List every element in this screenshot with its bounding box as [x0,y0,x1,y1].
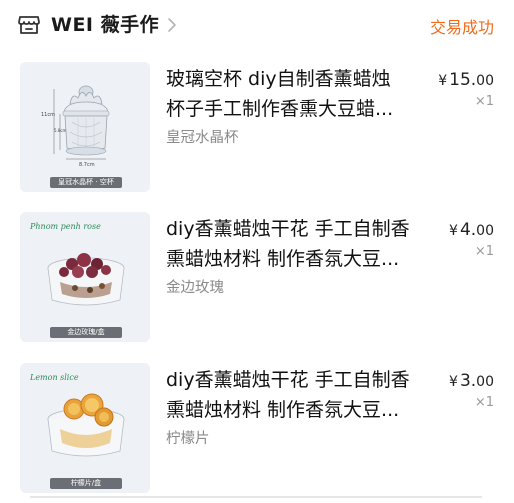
product-title-line1: diy香薰蜡烛干花 手工自制香 [166,369,410,391]
chevron-right-icon[interactable] [166,16,178,34]
product-price: ¥3.00 [449,371,494,391]
dried-rose-box-image [20,212,150,342]
price-decimal: 00 [476,374,494,390]
store-icon[interactable] [18,15,40,35]
order-item[interactable]: 11cm 5.8cm 8.7cm 皇冠水晶杯 · 空杯 玻璃空杯 diy自制香薰… [0,62,514,202]
product-title[interactable]: 玻璃空杯 diy自制香薰蜡烛 杯子手工制作香熏大豆蜡... [166,64,422,124]
price-integer: 3. [459,371,477,391]
price-decimal: 00 [476,223,494,239]
product-quantity: ×1 [474,94,494,109]
crown-glass-cup-image: 11cm 5.8cm 8.7cm [20,62,150,192]
currency-symbol: ¥ [449,223,458,239]
order-status: 交易成功 [429,18,494,37]
lemon-slice-box-image [20,363,150,493]
price-integer: 4. [459,220,477,240]
width-label: 8.7cm [79,162,95,168]
image-caption: 皇冠水晶杯 · 空杯 [50,177,122,188]
product-price: ¥4.00 [449,220,494,240]
product-image-lemon[interactable]: Lemon slice 柠檬片/盒 [20,363,150,493]
product-title-line2: 熏蜡烛材料 制作香氛大豆... [166,399,400,421]
height-label: 11cm [41,112,55,118]
product-variant: 皇冠水晶杯 [166,130,239,146]
currency-symbol: ¥ [449,374,458,390]
order-item[interactable]: Phnom penh rose 金边玫瑰/盒 diy香薰蜡烛干花 手工自制香 熏… [0,212,514,352]
currency-symbol: ¥ [438,73,448,89]
image-caption: 柠檬片/盒 [50,478,122,489]
store-name[interactable]: WEI 薇手作 [51,10,159,37]
mid-label: 5.8cm [54,128,67,133]
image-tag: Phnom penh rose [30,222,101,231]
image-tag: Lemon slice [30,373,79,382]
image-caption: 金边玫瑰/盒 [50,327,122,338]
product-quantity: ×1 [474,395,494,410]
order-header: WEI 薇手作 交易成功 [0,0,514,50]
price-decimal: 00 [476,73,494,89]
product-title-line2: 杯子手工制作香熏大豆蜡... [166,98,394,120]
product-image-crown-cup[interactable]: 11cm 5.8cm 8.7cm 皇冠水晶杯 · 空杯 [20,62,150,192]
product-variant: 金边玫瑰 [166,280,224,296]
price-integer: 15. [449,70,477,90]
product-title[interactable]: diy香薰蜡烛干花 手工自制香 熏蜡烛材料 制作香氛大豆... [166,365,422,425]
product-title-line2: 熏蜡烛材料 制作香氛大豆... [166,248,400,270]
product-variant: 柠檬片 [166,431,210,447]
product-title[interactable]: diy香薰蜡烛干花 手工自制香 熏蜡烛材料 制作香氛大豆... [166,214,422,274]
product-quantity: ×1 [474,244,494,259]
product-title-line1: 玻璃空杯 diy自制香薰蜡烛 [166,68,391,90]
product-title-line1: diy香薰蜡烛干花 手工自制香 [166,218,410,240]
product-price: ¥15.00 [438,70,494,90]
order-item[interactable]: Lemon slice 柠檬片/盒 diy香薰蜡烛干花 手工自制香 熏蜡烛材料 … [0,363,514,503]
product-image-rose[interactable]: Phnom penh rose 金边玫瑰/盒 [20,212,150,342]
bottom-divider [30,496,482,498]
